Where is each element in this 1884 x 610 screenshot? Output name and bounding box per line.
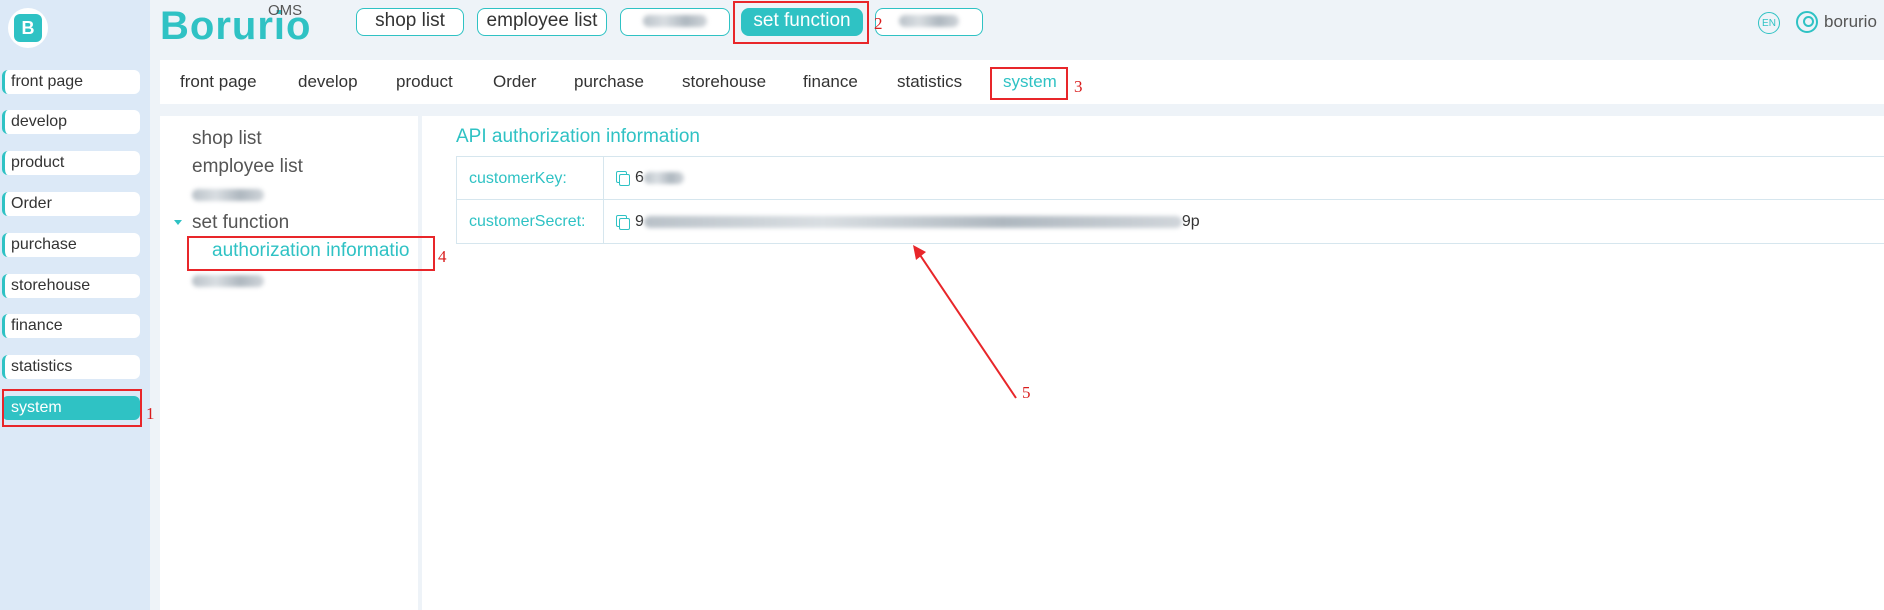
annotation-arrow <box>913 245 1017 399</box>
